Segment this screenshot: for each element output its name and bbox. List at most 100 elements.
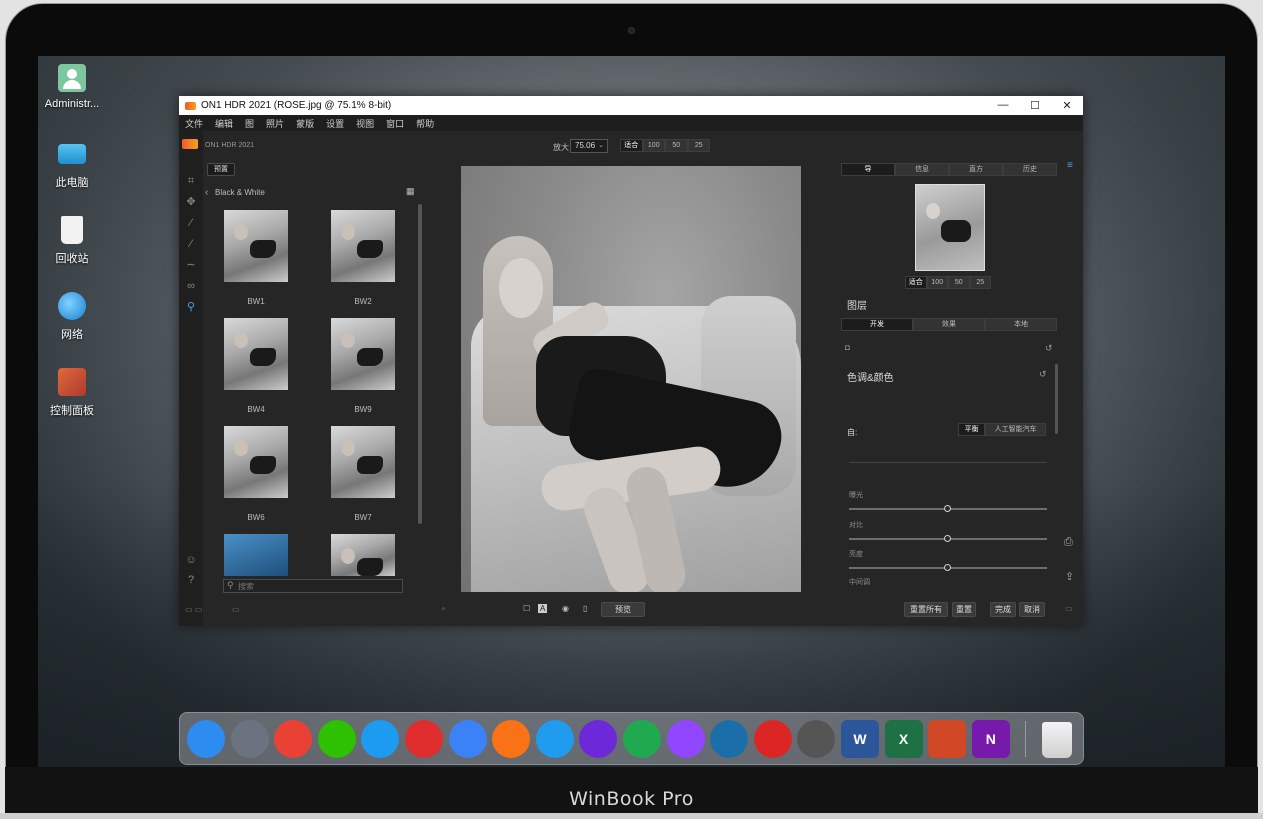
- view-mode-icon[interactable]: ☐: [523, 604, 530, 613]
- preset-thumbnail-gray[interactable]: [331, 534, 395, 576]
- desktop-icon-this-pc[interactable]: 此电脑: [38, 140, 108, 190]
- preset-thumbnail-bw6[interactable]: [224, 426, 288, 498]
- search-field[interactable]: ⚲ 搜索: [223, 579, 403, 593]
- word-icon[interactable]: W: [841, 720, 879, 758]
- zoom-25-button[interactable]: 25: [687, 139, 710, 152]
- menu-window[interactable]: 窗口: [386, 117, 404, 130]
- qq-icon[interactable]: [361, 720, 400, 758]
- panel-scrollbar[interactable]: [1055, 364, 1058, 434]
- info-view-icon[interactable]: ▯: [583, 604, 587, 613]
- nav-fit-button[interactable]: 适合: [905, 276, 927, 289]
- share-icon[interactable]: ⇪: [1065, 570, 1074, 583]
- mask-view-icon[interactable]: ◉: [562, 604, 569, 613]
- menu-help[interactable]: 帮助: [416, 117, 434, 130]
- tab-effects[interactable]: 效果: [913, 318, 985, 331]
- desktop-icon-administrator[interactable]: Administr...: [38, 64, 108, 110]
- zoom-50-button[interactable]: 50: [665, 139, 688, 152]
- onenote-icon[interactable]: N: [971, 720, 1010, 758]
- window-titlebar[interactable]: ON1 HDR 2021 (ROSE.jpg @ 75.1% 8-bit) — …: [179, 96, 1083, 115]
- crop-tool-icon[interactable]: ⌗: [185, 175, 197, 187]
- browser-scrollbar[interactable]: [418, 204, 422, 524]
- compare-icon[interactable]: ◦: [442, 604, 445, 613]
- user-tool-icon[interactable]: ☺: [185, 554, 197, 566]
- auto-ai-button[interactable]: 人工智能汽车: [985, 423, 1046, 436]
- zoom-100-button[interactable]: 100: [642, 139, 665, 152]
- navigator-thumbnail[interactable]: [915, 184, 985, 271]
- nav-25-button[interactable]: 25: [969, 276, 991, 289]
- preset-thumbnail-bw7[interactable]: [331, 426, 395, 498]
- trash-icon[interactable]: [1042, 722, 1072, 758]
- auto-balance-button[interactable]: 平衡: [958, 423, 986, 436]
- help-icon[interactable]: ?: [185, 574, 197, 586]
- print-icon[interactable]: ⎙: [1064, 536, 1073, 549]
- vscode-icon[interactable]: [535, 720, 574, 758]
- undo-icon[interactable]: ↺: [1045, 343, 1053, 354]
- tab-local[interactable]: 本地: [985, 318, 1057, 331]
- slider-knob[interactable]: [944, 564, 951, 571]
- panel-toggle-icon[interactable]: ▭ ▭: [185, 605, 202, 614]
- feishu-icon[interactable]: [448, 720, 487, 758]
- acrobat-icon[interactable]: [753, 720, 792, 758]
- twitch-icon[interactable]: [666, 720, 705, 758]
- menu-view[interactable]: 视图: [356, 117, 374, 130]
- zoom-dropdown[interactable]: 75.06 ⌄: [570, 139, 608, 153]
- tab-presets[interactable]: 预置: [207, 163, 235, 176]
- preset-thumbnail-blue[interactable]: [224, 534, 288, 576]
- slider-knob[interactable]: [944, 535, 951, 542]
- desktop-icon-network[interactable]: 网络: [38, 292, 108, 342]
- tab-history[interactable]: 历史: [1003, 163, 1057, 176]
- tab-info[interactable]: 信息: [895, 163, 949, 176]
- mask-tool-icon[interactable]: ⁄: [185, 238, 197, 250]
- preview-button[interactable]: 预览: [601, 602, 645, 617]
- grid-view-icon[interactable]: ▦: [406, 186, 415, 197]
- photo-canvas[interactable]: [461, 166, 801, 592]
- panel-settings-icon[interactable]: ≡: [1067, 160, 1073, 171]
- cancel-button[interactable]: 取消: [1019, 602, 1045, 617]
- filmstrip-icon[interactable]: ▭: [232, 605, 240, 614]
- sidebar-toggle-icon[interactable]: ▭: [1065, 604, 1073, 613]
- move-tool-icon[interactable]: ✥: [185, 196, 197, 208]
- reset-button[interactable]: 重置: [952, 602, 976, 617]
- finder-icon[interactable]: [187, 720, 225, 758]
- desktop-icon-control-panel[interactable]: 控制面板: [38, 368, 108, 418]
- vlc-icon[interactable]: [492, 720, 531, 758]
- close-button[interactable]: ✕: [1051, 99, 1083, 112]
- camera-icon[interactable]: ◘: [845, 343, 850, 352]
- menu-mask[interactable]: 蒙版: [296, 117, 314, 130]
- nav-50-button[interactable]: 50: [948, 276, 970, 289]
- excel-icon[interactable]: X: [884, 720, 923, 758]
- done-button[interactable]: 完成: [990, 602, 1016, 617]
- exposure-slider[interactable]: [849, 505, 1047, 512]
- clone-tool-icon[interactable]: ∞: [185, 280, 197, 292]
- maximize-button[interactable]: ☐: [1019, 99, 1051, 112]
- category-title[interactable]: Black & White: [215, 188, 265, 197]
- launchpad-icon[interactable]: [230, 720, 269, 758]
- preset-thumbnail-bw1[interactable]: [224, 210, 288, 282]
- menu-settings[interactable]: 设置: [326, 117, 344, 130]
- github-icon[interactable]: [579, 720, 618, 758]
- category-back-icon[interactable]: ‹: [205, 187, 208, 198]
- tone-color-title[interactable]: 色调&颜色: [847, 369, 894, 384]
- tone-reset-icon[interactable]: ↺: [1039, 369, 1047, 380]
- menu-image[interactable]: 图: [245, 117, 254, 130]
- inkscape-icon[interactable]: [797, 720, 836, 758]
- desktop-icon-recycle-bin[interactable]: 回收站: [38, 216, 108, 266]
- powerpoint-icon[interactable]: [928, 720, 967, 758]
- menu-edit[interactable]: 编辑: [215, 117, 233, 130]
- split-view-icon[interactable]: A: [538, 604, 548, 613]
- slider-knob[interactable]: [944, 505, 951, 512]
- nav-100-button[interactable]: 100: [926, 276, 948, 289]
- menu-photo[interactable]: 照片: [266, 117, 284, 130]
- preset-thumbnail-bw4[interactable]: [224, 318, 288, 390]
- chrome-icon[interactable]: [274, 720, 313, 758]
- zoom-fit-button[interactable]: 适合: [620, 139, 643, 152]
- minimize-button[interactable]: —: [987, 99, 1019, 112]
- brush-tool-icon[interactable]: ⁄: [185, 217, 197, 229]
- reset-all-button[interactable]: 重置所有: [904, 602, 948, 617]
- wechat-icon[interactable]: [317, 720, 356, 758]
- retouch-tool-icon[interactable]: ∼: [185, 259, 197, 271]
- netease-music-icon[interactable]: [405, 720, 443, 758]
- menu-file[interactable]: 文件: [185, 117, 203, 130]
- contrast-slider[interactable]: [849, 535, 1047, 542]
- zoom-tool-icon[interactable]: ⚲: [185, 301, 197, 313]
